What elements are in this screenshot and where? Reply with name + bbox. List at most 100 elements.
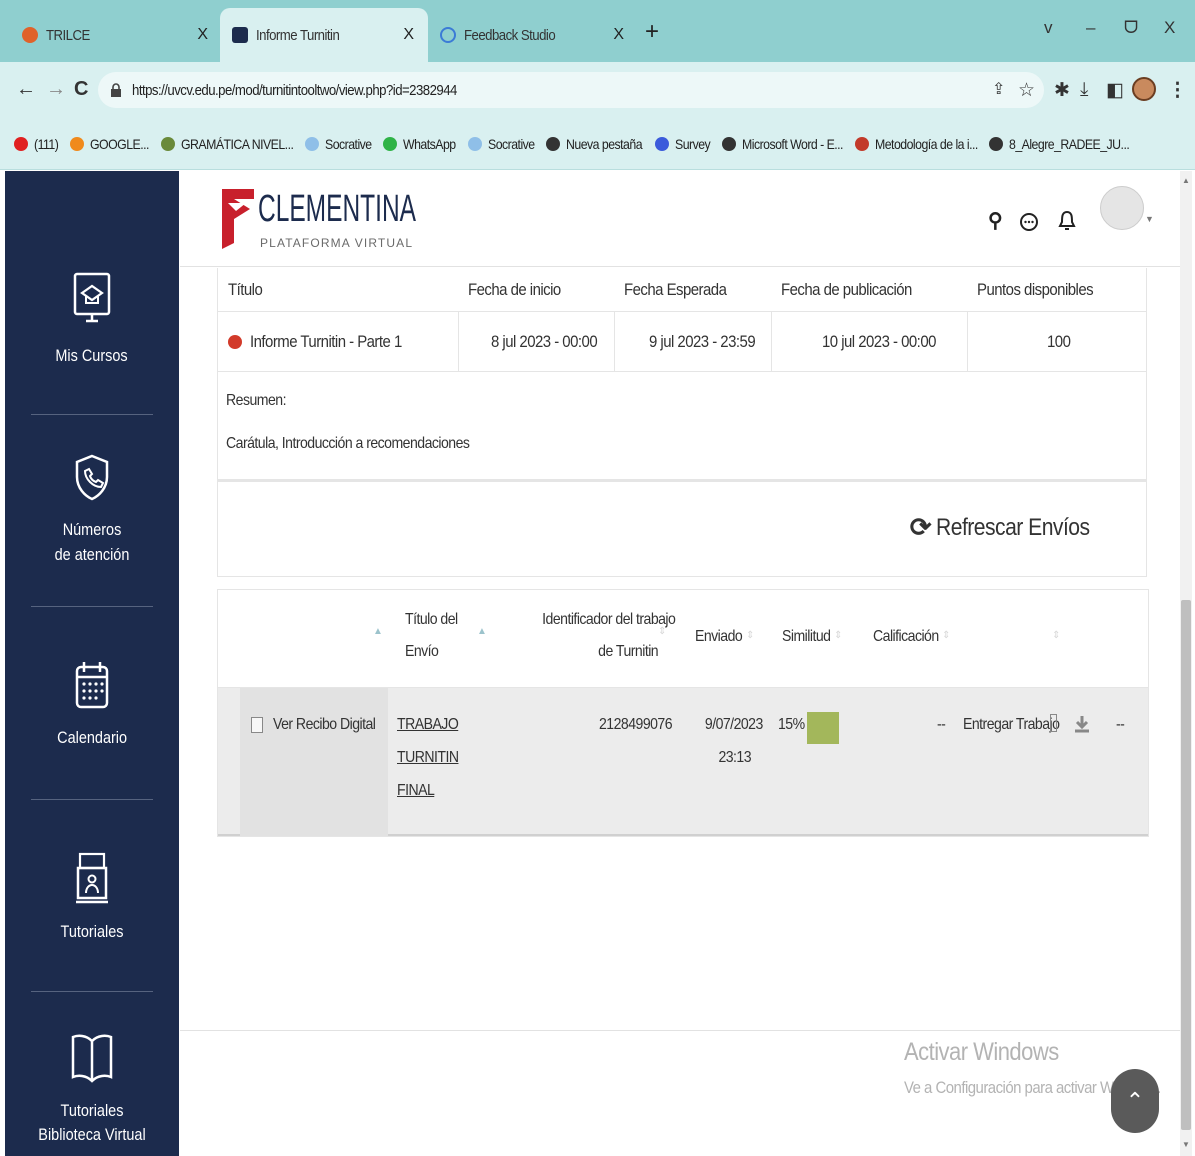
download-icon[interactable] <box>1074 715 1090 733</box>
sort-icon[interactable]: ⇕ <box>1052 630 1060 641</box>
sidebar-divider <box>31 606 153 607</box>
chat-icon[interactable] <box>1018 211 1040 233</box>
submitted-date: 9/07/2023 23:13 <box>704 716 763 766</box>
extensions-puzzle-icon[interactable]: ✱ <box>1054 79 1070 102</box>
scrollbar-thumb[interactable] <box>1181 600 1191 1130</box>
search-icon[interactable]: ⚲ <box>988 208 1003 233</box>
tab-search-button[interactable]: v <box>1044 18 1053 38</box>
sidebar-divider <box>31 799 153 800</box>
bookmark-item[interactable]: Microsoft Word - E... <box>722 136 844 152</box>
similarity-value[interactable]: 15% <box>778 708 808 741</box>
sidebar-item-tutoriales[interactable]: Tutoriales <box>5 851 179 944</box>
col-similitud[interactable]: Similitud <box>782 621 837 653</box>
bookmark-label: Survey <box>674 135 711 152</box>
close-tab-icon[interactable]: X <box>197 26 208 44</box>
close-tab-icon[interactable]: X <box>403 26 414 44</box>
clementina-icon <box>232 27 248 43</box>
submission-row: Ver Recibo Digital TRABAJO TURNITIN FINA… <box>218 688 1148 836</box>
sort-icon[interactable]: ▲ <box>477 626 487 637</box>
col-titulo-envio[interactable]: Título del Envío <box>405 604 465 668</box>
assignment-info-table: Título Fecha de inicio Fecha Esperada Fe… <box>217 268 1147 481</box>
submission-title-link[interactable]: TRABAJO TURNITIN FINAL <box>397 708 467 807</box>
side-panel-icon[interactable]: ◧ <box>1106 79 1124 102</box>
sort-icon[interactable]: ⇕ <box>834 630 842 641</box>
scroll-up-arrow-icon[interactable]: ▲ <box>1182 176 1190 185</box>
sidebar-divider <box>31 414 153 415</box>
socrative-icon <box>467 136 482 151</box>
restore-button[interactable]: ᗜ <box>1124 18 1138 38</box>
url-text: https://uvcv.edu.pe/mod/turnitintooltwo/… <box>132 81 457 99</box>
socrative-icon <box>304 136 319 151</box>
ucv-icon <box>854 136 869 151</box>
bookmark-item[interactable]: GRAMÁTICA NIVEL... <box>160 135 294 152</box>
sidebar-item-calendario[interactable]: Calendario <box>5 659 179 750</box>
points-value: 100 <box>1047 331 1071 351</box>
tab-trilce[interactable]: TRILCE X <box>10 8 222 62</box>
scroll-to-top-button[interactable]: ⌃ <box>1111 1069 1159 1133</box>
upload-icon[interactable] <box>1050 714 1057 732</box>
bookmark-item[interactable]: WhatsApp <box>383 136 457 152</box>
sort-icon[interactable]: ⇕ <box>942 630 950 641</box>
whatsapp-icon <box>383 136 398 151</box>
col-enviado[interactable]: Enviado <box>695 621 749 653</box>
bookmark-item[interactable]: Nueva pestaña <box>546 136 643 152</box>
close-window-button[interactable]: X <box>1164 18 1175 38</box>
scroll-down-arrow-icon[interactable]: ▼ <box>1182 1140 1190 1149</box>
footer-divider <box>180 1030 1180 1031</box>
browser-menu-icon[interactable]: ⋮ <box>1168 79 1187 102</box>
post-date: 10 jul 2023 - 00:00 <box>822 331 936 351</box>
minimize-button[interactable]: – <box>1086 18 1095 38</box>
new-tab-button[interactable]: + <box>645 18 659 46</box>
bookmark-item[interactable]: Survey <box>654 135 711 152</box>
bookmark-item[interactable]: Socrative <box>304 136 372 152</box>
col-fecha-esperada: Fecha Esperada <box>624 279 727 299</box>
clementina-logo[interactable]: CLEMENTINA PLATAFORMA VIRTUAL <box>220 185 430 251</box>
bookmark-label: GRAMÁTICA NIVEL... <box>180 135 294 152</box>
assignment-header-row: Título Fecha de inicio Fecha Esperada Fe… <box>218 268 1146 312</box>
col-puntos: Puntos disponibles <box>977 279 1094 299</box>
col-calificacion[interactable]: Calificación <box>873 621 948 653</box>
tab-label: Feedback Studio <box>464 26 556 44</box>
logo-subtitle: PLATAFORMA VIRTUAL <box>260 236 412 250</box>
tab-informe-turnitin[interactable]: Informe Turnitin X <box>220 8 428 62</box>
logo-title: CLEMENTINA <box>258 188 416 230</box>
bookmark-star-icon[interactable]: ☆ <box>1018 79 1035 102</box>
col-identificador[interactable]: Identificador del trabajo de Turnitin <box>524 604 676 668</box>
bookmark-item[interactable]: GOOGLE... <box>69 136 149 152</box>
youtube-icon <box>14 136 28 151</box>
sort-icon[interactable]: ▲ <box>373 626 383 637</box>
bookmark-item[interactable]: 8_Alegre_RADEE_JU... <box>989 136 1130 152</box>
phone-shield-icon <box>75 454 109 501</box>
profile-avatar[interactable] <box>1132 77 1156 101</box>
sidebar-item-tutoriales-biblioteca[interactable]: Tutoriales Biblioteca Virtual <box>5 1029 179 1147</box>
sidebar-item-numeros-de-atencion[interactable]: Números de atención <box>5 453 179 567</box>
assignment-summary: Resumen: Carátula, Introducción a recome… <box>218 372 1146 480</box>
close-tab-icon[interactable]: X <box>613 26 624 44</box>
tab-feedback-studio[interactable]: Feedback Studio X <box>428 8 638 62</box>
summary-text: Carátula, Introducción a recomendaciones <box>226 435 470 452</box>
sidebar-item-mis-cursos[interactable]: Mis Cursos <box>5 271 179 368</box>
share-icon[interactable]: ⇪ <box>992 79 1005 99</box>
forward-arrow-icon[interactable]: → <box>46 78 66 101</box>
sort-icon[interactable]: ⇕ <box>658 626 666 637</box>
url-field[interactable]: https://uvcv.edu.pe/mod/turnitintooltwo/… <box>98 72 1044 108</box>
header-divider <box>180 266 1180 267</box>
refresh-submissions-button[interactable]: ⟳ Refrescar Envíos <box>910 512 1110 543</box>
sidebar-divider <box>31 991 153 992</box>
refresh-icon: ⟳ <box>909 512 932 542</box>
bookmark-item[interactable]: Metodología de la i... <box>854 136 978 152</box>
user-avatar[interactable] <box>1100 186 1144 230</box>
submissions-table: ▲ Título del Envío ▲ Identificador del t… <box>217 589 1149 837</box>
similarity-score-box[interactable] <box>807 712 839 744</box>
sort-icon[interactable]: ⇕ <box>746 630 754 641</box>
bookmark-item[interactable]: (111) <box>14 136 59 152</box>
chevron-down-icon[interactable]: ▼ <box>1145 214 1154 224</box>
reload-icon[interactable]: C <box>74 78 88 101</box>
digital-receipt-link[interactable]: Ver Recibo Digital <box>251 708 390 741</box>
bookmark-item[interactable]: Socrative <box>467 136 535 152</box>
bell-icon[interactable] <box>1058 209 1076 233</box>
flame-icon <box>69 136 84 151</box>
back-arrow-icon[interactable]: ← <box>16 78 36 101</box>
globe-icon <box>989 136 1004 151</box>
download-icon[interactable]: ⤓ <box>1080 79 1088 101</box>
